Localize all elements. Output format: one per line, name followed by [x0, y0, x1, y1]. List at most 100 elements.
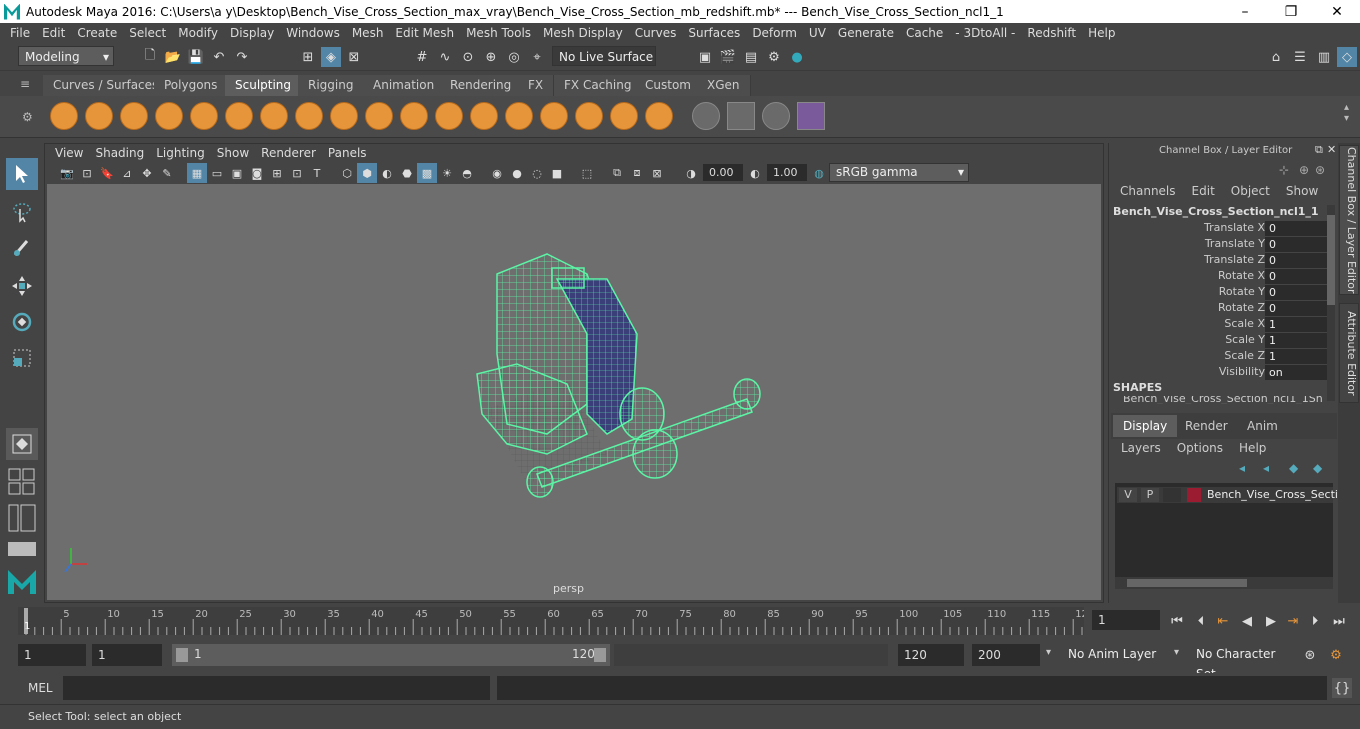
exposure-icon[interactable]: ◑	[681, 163, 701, 183]
gate-mask-icon[interactable]: ◙	[247, 163, 267, 183]
menu-edit-mesh[interactable]: Edit Mesh	[389, 26, 460, 40]
xray-joints-icon[interactable]: ⧉	[607, 163, 627, 183]
textured-icon[interactable]: ⬣	[397, 163, 417, 183]
anim-layer-dropdown[interactable]: No Anim Layer	[1062, 644, 1162, 666]
panel-menu-lighting[interactable]: Lighting	[150, 146, 211, 160]
imprint-tool-icon[interactable]	[365, 102, 393, 130]
menu-mesh-display[interactable]: Mesh Display	[537, 26, 629, 40]
animation-end-field[interactable]: 200	[972, 644, 1040, 666]
tab-render[interactable]: Render	[1175, 415, 1238, 437]
rotate-tool-icon[interactable]	[6, 306, 38, 338]
layer-color-swatch[interactable]	[1187, 488, 1201, 502]
tab-curves-surfaces[interactable]: Curves / Surfaces	[43, 75, 170, 96]
layer-playback-toggle[interactable]: P	[1141, 488, 1159, 502]
range-slider[interactable]: 1 120	[172, 644, 610, 666]
attr-translate-y[interactable]: Translate Y0	[1113, 237, 1327, 253]
wireframe-icon[interactable]: ⬡	[337, 163, 357, 183]
mel-label[interactable]: MEL	[28, 681, 53, 695]
menu-windows[interactable]: Windows	[280, 26, 346, 40]
safe-title-icon[interactable]: T	[307, 163, 327, 183]
panel-menu-shading[interactable]: Shading	[89, 146, 150, 160]
layer-type-toggle[interactable]	[1163, 488, 1181, 502]
snap-view-icon[interactable]: ⊕	[481, 47, 501, 67]
mesh-display-icon[interactable]	[762, 102, 790, 130]
color-management-icon[interactable]: ◍	[809, 163, 829, 183]
grid-toggle-icon[interactable]: ▦	[187, 163, 207, 183]
attr-rotate-z[interactable]: Rotate Z0	[1113, 301, 1327, 317]
flatten-tool-icon[interactable]	[225, 102, 253, 130]
layer-hscrollbar[interactable]	[1115, 577, 1333, 589]
knife-tool-icon[interactable]	[505, 102, 533, 130]
panel-menu-view[interactable]: View	[49, 146, 89, 160]
attr-translate-z[interactable]: Translate Z0	[1113, 253, 1327, 269]
menu-display[interactable]: Display	[224, 26, 280, 40]
tab-custom[interactable]: Custom	[635, 75, 702, 96]
isolate-select-icon[interactable]: ⬚	[577, 163, 597, 183]
mel-input[interactable]	[63, 676, 490, 700]
step-forward-frame-icon[interactable]: ⏵	[1306, 612, 1324, 630]
attr-rotate-x[interactable]: Rotate X0	[1113, 269, 1327, 285]
auto-key-icon[interactable]: ⊛	[1300, 645, 1320, 665]
scale-tool-icon[interactable]	[6, 342, 38, 374]
live-surface-field[interactable]: No Live Surface	[552, 46, 656, 66]
menu-mesh[interactable]: Mesh	[346, 26, 390, 40]
colorspace-dropdown[interactable]: sRGB gamma ▾	[829, 163, 969, 182]
step-forward-key-icon[interactable]: ⇥	[1284, 612, 1302, 630]
attr-rotate-y[interactable]: Rotate Y0	[1113, 285, 1327, 301]
screen-space-ao-icon[interactable]: ◉	[487, 163, 507, 183]
tab-animation[interactable]: Animation	[363, 75, 446, 96]
new-layer-selected-icon[interactable]: ◆	[1313, 461, 1322, 475]
chevron-down-icon[interactable]: ▾	[1174, 647, 1179, 658]
pinch-tool-icon[interactable]	[190, 102, 218, 130]
shelf-options-gear-icon[interactable]: ⚙	[22, 110, 33, 124]
go-to-end-icon[interactable]: ⏭	[1330, 612, 1348, 630]
select-component-icon[interactable]: ⊠	[344, 47, 364, 67]
undo-icon[interactable]: ↶	[209, 47, 229, 67]
exposure-field[interactable]: 0.00	[703, 164, 743, 181]
play-forwards-icon[interactable]: ▶	[1262, 612, 1280, 630]
attr-scale-z[interactable]: Scale Z1	[1113, 349, 1327, 365]
resolution-gate-icon[interactable]: ▣	[227, 163, 247, 183]
open-scene-icon[interactable]: 📂	[163, 47, 183, 67]
freeze-tool-icon[interactable]	[645, 102, 673, 130]
move-layer-down-icon[interactable]: ◂	[1263, 461, 1269, 475]
3d-viewport[interactable]: persp	[47, 184, 1101, 600]
film-gate-icon[interactable]: ▭	[207, 163, 227, 183]
bookmark-icon[interactable]: 🔖	[97, 163, 117, 183]
character-set-dropdown[interactable]: No Character Set	[1190, 644, 1292, 681]
smooth-tool-icon[interactable]	[85, 102, 113, 130]
play-backwards-icon[interactable]: ◀	[1238, 612, 1256, 630]
panel-menu-renderer[interactable]: Renderer	[255, 146, 322, 160]
spray-tool-icon[interactable]	[295, 102, 323, 130]
render-view-icon[interactable]: ▣	[695, 47, 715, 67]
tab-rendering[interactable]: Rendering	[440, 75, 523, 96]
camera-attributes-icon[interactable]: ⊡	[77, 163, 97, 183]
lasso-tool-icon[interactable]	[6, 196, 38, 228]
make-live-icon[interactable]: ⌖	[527, 47, 547, 67]
menu-uv[interactable]: UV	[803, 26, 832, 40]
step-back-frame-icon[interactable]: ⏴	[1192, 612, 1210, 630]
layout-shortcut-icon[interactable]	[8, 542, 36, 556]
new-layer-icon[interactable]: ◆	[1289, 461, 1298, 475]
close-button[interactable]: ✕	[1314, 4, 1360, 20]
minimize-button[interactable]: –	[1222, 4, 1268, 20]
single-pane-layout-icon[interactable]	[6, 428, 38, 460]
tab-fx[interactable]: FX	[518, 75, 555, 96]
depth-of-field-icon[interactable]: ■	[547, 163, 567, 183]
manipulator-icon[interactable]: ⊹	[1279, 163, 1289, 177]
script-editor-icon[interactable]: {}	[1332, 678, 1352, 698]
attr-scale-y[interactable]: Scale Y1	[1113, 333, 1327, 349]
panel-menu-show[interactable]: Show	[211, 146, 255, 160]
hscroll-thumb[interactable]	[1127, 579, 1247, 587]
layer-row[interactable]: V P Bench_Vise_Cross_Sectio	[1117, 487, 1345, 503]
select-tool-icon[interactable]	[6, 158, 38, 190]
paint-select-icon[interactable]	[6, 232, 38, 264]
grease-pencil-icon[interactable]: ✎	[157, 163, 177, 183]
wax-tool-icon[interactable]	[400, 102, 428, 130]
menu-edit[interactable]: Edit	[36, 26, 71, 40]
safe-action-icon[interactable]: ⊡	[287, 163, 307, 183]
mode-dropdown[interactable]: Modeling ▾	[18, 46, 114, 66]
repeat-tool-icon[interactable]	[330, 102, 358, 130]
tab-display[interactable]: Display	[1113, 415, 1178, 437]
menu-3dtoall[interactable]: - 3DtoAll -	[949, 26, 1021, 40]
